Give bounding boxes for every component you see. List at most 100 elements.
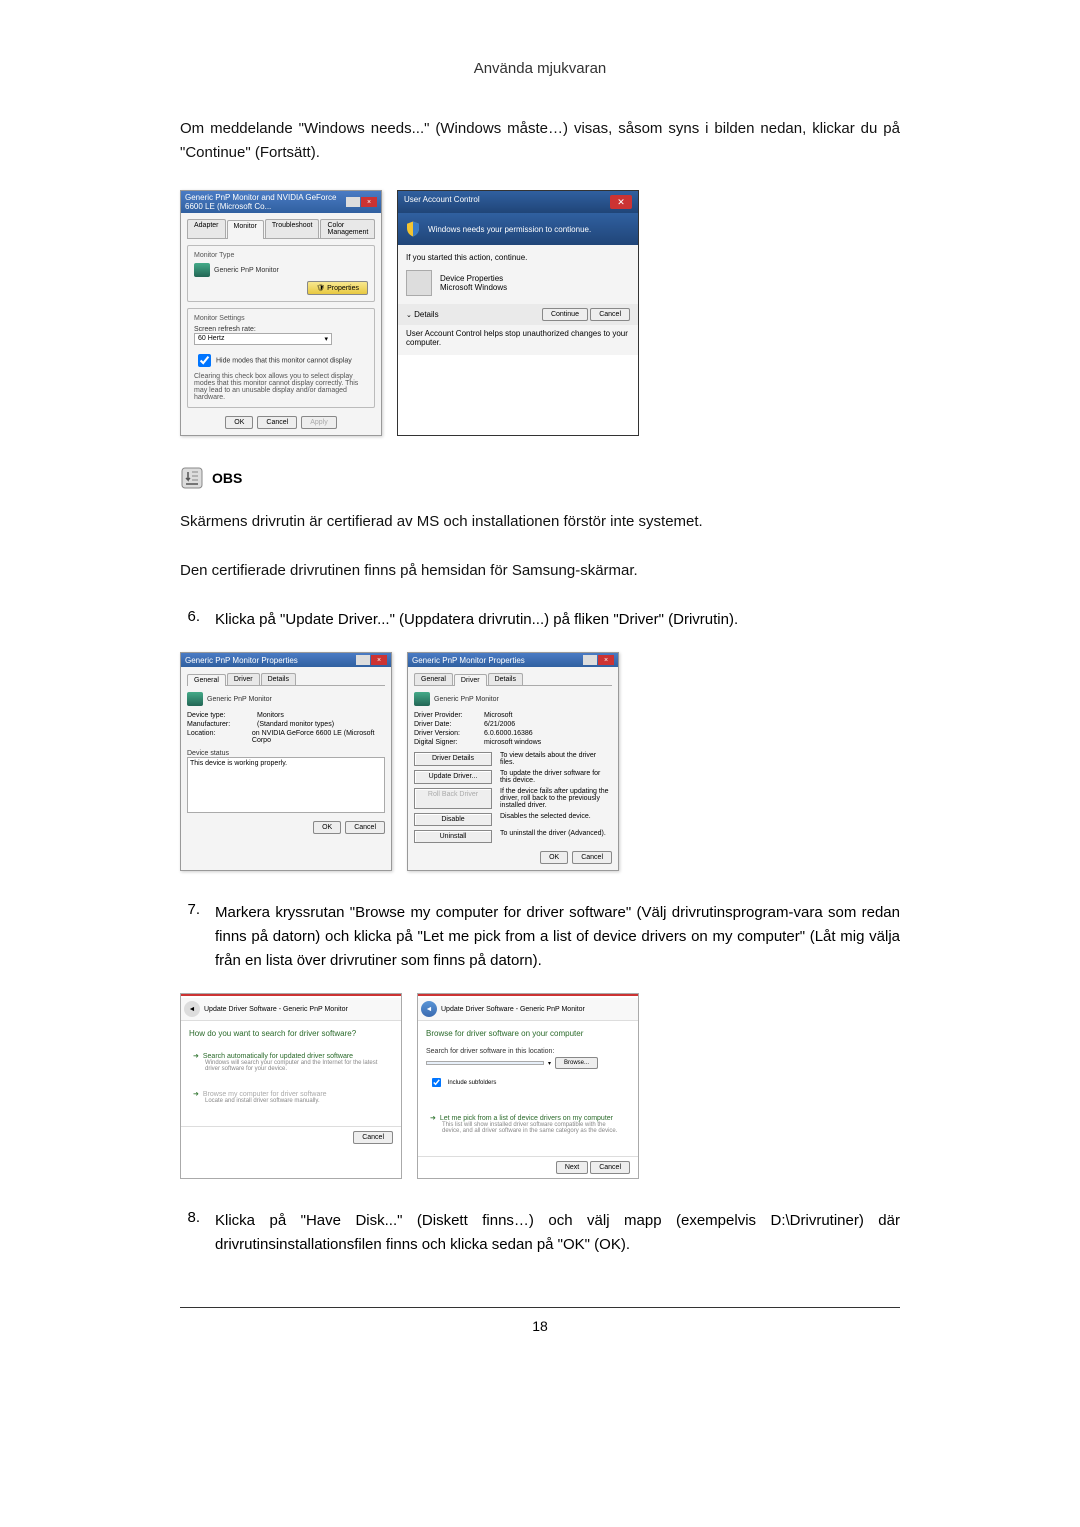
monitor-icon (414, 692, 430, 706)
shield-icon (404, 219, 422, 239)
disable-button[interactable]: Disable (414, 813, 492, 826)
cancel-button[interactable]: Cancel (572, 851, 612, 864)
ok-button[interactable]: OK (313, 821, 341, 834)
wizard-heading: How do you want to search for driver sof… (189, 1029, 393, 1038)
version-label: Driver Version: (414, 730, 484, 737)
hide-modes-label: Hide modes that this monitor cannot disp… (216, 357, 352, 364)
chevron-down-icon: ▾ (324, 335, 328, 343)
tab-driver[interactable]: Driver (227, 673, 260, 685)
option-subtext: This list will show installed driver sof… (442, 1122, 626, 1134)
update-desc: To update the driver software for this d… (500, 770, 612, 784)
search-location-label: Search for driver software in this locat… (426, 1048, 630, 1055)
back-button[interactable]: ◄ (421, 1001, 437, 1017)
provider-label: Driver Provider: (414, 712, 484, 719)
screenshot-row-1: Generic PnP Monitor and NVIDIA GeForce 6… (180, 190, 900, 436)
next-button[interactable]: Next (556, 1161, 588, 1174)
uninstall-desc: To uninstall the driver (Advanced). (500, 830, 612, 843)
details-link[interactable]: Details (414, 310, 438, 319)
tab-monitor[interactable]: Monitor (227, 220, 264, 239)
device-status-label: Device status (187, 750, 385, 757)
rollback-button[interactable]: Roll Back Driver (414, 788, 492, 809)
tab-driver[interactable]: Driver (454, 674, 487, 686)
continue-button[interactable]: Continue (542, 308, 588, 321)
props-driver-dialog: Generic PnP Monitor Properties × General… (407, 652, 619, 871)
tab-adapter[interactable]: Adapter (187, 219, 226, 238)
uninstall-button[interactable]: Uninstall (414, 830, 492, 843)
uac-footer: User Account Control helps stop unauthor… (398, 325, 638, 355)
driver-details-desc: To view details about the driver files. (500, 752, 612, 766)
cancel-button[interactable]: Cancel (590, 1161, 630, 1174)
close-icon[interactable]: × (598, 655, 614, 665)
minimize-icon[interactable] (583, 655, 597, 665)
window-title: Generic PnP Monitor and NVIDIA GeForce 6… (185, 193, 346, 211)
rollback-desc: If the device fails after updating the d… (500, 788, 612, 809)
location-value: on NVIDIA GeForce 6600 LE (Microsoft Cor… (252, 730, 385, 744)
uac-subheader: Windows needs your permission to contion… (398, 213, 638, 245)
browse-option[interactable]: ➜Browse my computer for driver software … (189, 1086, 393, 1108)
tab-troubleshoot[interactable]: Troubleshoot (265, 219, 320, 238)
tab-color[interactable]: Color Management (320, 219, 375, 238)
note-section: OBS (180, 466, 900, 490)
refresh-rate-label: Screen refresh rate: (194, 326, 368, 333)
chevron-down-icon[interactable]: ⌄ (406, 312, 412, 319)
device-properties-text: Device Properties (440, 274, 507, 283)
note-label: OBS (212, 470, 242, 486)
refresh-rate-dropdown[interactable]: 60 Hertz ▾ (194, 333, 332, 345)
cancel-button[interactable]: Cancel (257, 416, 297, 429)
date-label: Driver Date: (414, 721, 484, 728)
apply-button[interactable]: Apply (301, 416, 337, 429)
monitor-properties-dialog: Generic PnP Monitor and NVIDIA GeForce 6… (180, 190, 382, 436)
monitor-icon (187, 692, 203, 706)
cancel-button[interactable]: Cancel (345, 821, 385, 834)
update-driver-button[interactable]: Update Driver... (414, 770, 492, 784)
step-6: 6. Klicka på "Update Driver..." (Uppdate… (180, 608, 900, 632)
close-icon[interactable]: × (371, 655, 387, 665)
back-button[interactable]: ◄ (184, 1001, 200, 1017)
note-icon (180, 466, 204, 490)
hide-modes-warning: Clearing this check box allows you to se… (194, 373, 368, 401)
tab-details[interactable]: Details (488, 673, 523, 685)
page-number: 18 (180, 1307, 900, 1334)
wizard-search-dialog: ◄ Update Driver Software - Generic PnP M… (180, 993, 402, 1179)
tab-details[interactable]: Details (261, 673, 296, 685)
arrow-icon: ➜ (430, 1115, 436, 1122)
minimize-icon[interactable] (346, 197, 360, 207)
window-controls: × (346, 197, 377, 207)
close-icon[interactable]: ✕ (610, 195, 632, 209)
manufacturer-label: Manufacturer: (187, 721, 257, 728)
minimize-icon[interactable] (356, 655, 370, 665)
cancel-button[interactable]: Cancel (353, 1131, 393, 1144)
hide-modes-checkbox[interactable] (198, 354, 211, 367)
cancel-button[interactable]: Cancel (590, 308, 630, 321)
close-icon[interactable]: × (361, 197, 377, 207)
tab-general[interactable]: General (414, 673, 453, 685)
signer-label: Digital Signer: (414, 739, 484, 746)
ok-button[interactable]: OK (225, 416, 253, 429)
option-subtext: Windows will search your computer and th… (205, 1060, 389, 1072)
driver-details-button[interactable]: Driver Details (414, 752, 492, 766)
titlebar: Generic PnP Monitor and NVIDIA GeForce 6… (181, 191, 381, 213)
date-value: 6/21/2006 (484, 721, 515, 728)
window-title: Generic PnP Monitor Properties (412, 656, 525, 665)
device-type-value: Monitors (257, 712, 284, 719)
props-general-dialog: Generic PnP Monitor Properties × General… (180, 652, 392, 871)
step-number: 7. (180, 901, 200, 973)
tab-general[interactable]: General (187, 674, 226, 686)
search-auto-option[interactable]: ➜Search automatically for updated driver… (189, 1048, 393, 1076)
monitor-name: Generic PnP Monitor (434, 696, 499, 703)
step-number: 8. (180, 1209, 200, 1257)
disable-desc: Disables the selected device. (500, 813, 612, 826)
pick-from-list-option[interactable]: ➜Let me pick from a list of device drive… (426, 1110, 630, 1138)
monitor-type-label: Monitor Type (194, 252, 368, 259)
screenshot-row-3: ◄ Update Driver Software - Generic PnP M… (180, 993, 900, 1179)
uac-heading: Windows needs your permission to contion… (428, 225, 591, 234)
uac-dialog: User Account Control ✕ Windows needs you… (397, 190, 639, 436)
include-subfolders-checkbox[interactable] (432, 1078, 441, 1087)
properties-button[interactable]: 🛡 Properties (307, 281, 368, 295)
uac-title: User Account Control (404, 195, 480, 209)
ok-button[interactable]: OK (540, 851, 568, 864)
monitor-name: Generic PnP Monitor (214, 267, 279, 274)
browse-button[interactable]: Browse... (555, 1057, 598, 1069)
path-input[interactable] (426, 1061, 544, 1065)
breadcrumb: Update Driver Software - Generic PnP Mon… (204, 1006, 348, 1013)
